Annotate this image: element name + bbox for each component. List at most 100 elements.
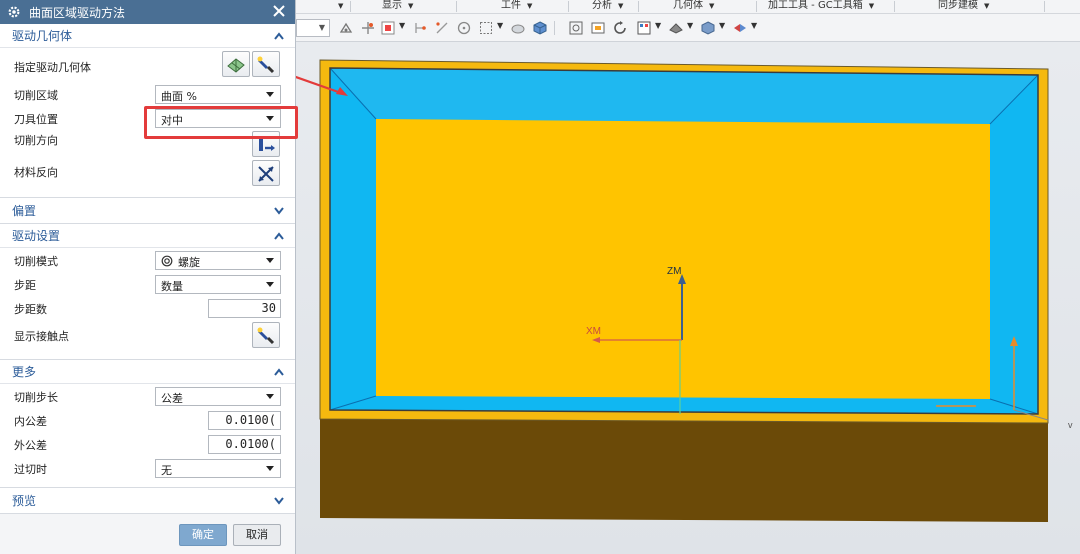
cut-pattern-select[interactable]: 螺旋 bbox=[155, 251, 281, 270]
row-cut-area: 切削区域 曲面 % bbox=[0, 82, 295, 106]
dialog-titlebar[interactable]: 曲面区域驱动方法 bbox=[0, 0, 295, 24]
cut-area-label: 切削区域 bbox=[14, 89, 58, 102]
section-header-drive-settings[interactable]: 驱动设置 bbox=[0, 224, 295, 248]
snap-point-icon[interactable] bbox=[338, 20, 354, 36]
intol-label: 内公差 bbox=[14, 415, 47, 428]
menu-sync-modeling[interactable]: 同步建模 ▼ bbox=[938, 0, 989, 14]
graphics-viewport[interactable]: ZM XM v bbox=[296, 42, 1080, 554]
chevron-up-icon[interactable] bbox=[273, 31, 285, 41]
cut-direction-button[interactable] bbox=[252, 131, 280, 157]
section-header-drive-geometry[interactable]: 驱动几何体 bbox=[0, 24, 295, 48]
stepover-select[interactable]: 数量 bbox=[155, 275, 281, 294]
menu-analysis[interactable]: 分析 ▼ bbox=[592, 0, 623, 14]
layout-caret[interactable]: ▼ bbox=[655, 21, 661, 30]
cut-step-label: 切削步长 bbox=[14, 391, 58, 404]
stepover-label: 步距 bbox=[14, 279, 36, 292]
zoom-window-icon[interactable] bbox=[590, 20, 606, 36]
point-icon[interactable] bbox=[412, 20, 428, 36]
show-contact-button[interactable] bbox=[252, 322, 280, 348]
toolbar: ▼ ▼ ▼ ▼ ▼ ▼ ▼ bbox=[296, 14, 1080, 42]
chevron-down-icon[interactable] bbox=[273, 205, 285, 215]
cut-direction-icon bbox=[259, 137, 275, 151]
step-count-input[interactable]: 30 bbox=[208, 299, 281, 318]
selection-filter-dropdown[interactable]: ▼ bbox=[296, 19, 330, 37]
dialog-footer: 确定 取消 bbox=[0, 516, 295, 554]
orient-view-caret[interactable]: ▼ bbox=[751, 21, 757, 30]
section-title: 驱动设置 bbox=[12, 229, 61, 243]
cut-pattern-label: 切削模式 bbox=[14, 255, 58, 268]
shading-caret[interactable]: ▼ bbox=[687, 21, 693, 30]
vector-icon[interactable] bbox=[434, 20, 450, 36]
spiral-icon bbox=[161, 255, 173, 267]
material-reverse-label: 材料反向 bbox=[14, 166, 58, 179]
section-drive-geometry: 驱动几何体 指定驱动几何体 切削区域 曲面 % 刀具位置 对中 切削方向 材料反… bbox=[0, 24, 295, 198]
row-material-reverse: 材料反向 bbox=[0, 160, 295, 190]
menu-geometry[interactable]: 几何体 ▼ bbox=[673, 0, 714, 14]
orient-view-icon[interactable] bbox=[732, 20, 748, 36]
display-drive-geometry-button[interactable] bbox=[252, 51, 280, 77]
surface-geometry-icon bbox=[227, 58, 245, 73]
surface-area-drive-dialog: 曲面区域驱动方法 驱动几何体 指定驱动几何体 切削区域 曲面 % 刀具位置 对中… bbox=[0, 0, 296, 554]
cancel-button[interactable]: 取消 bbox=[233, 524, 281, 546]
section-drive-settings: 驱动设置 切削模式 螺旋 步距 数量 步距数 30 显示接触点 bbox=[0, 224, 295, 360]
tool-position-label: 刀具位置 bbox=[14, 113, 58, 126]
row-outtol: 外公差 0.0100( bbox=[0, 432, 295, 456]
section-header-preview[interactable]: 预览 bbox=[0, 488, 295, 512]
close-icon[interactable] bbox=[271, 3, 287, 19]
row-step-count: 步距数 30 bbox=[0, 296, 295, 320]
layout-icon[interactable] bbox=[636, 20, 652, 36]
specify-drive-geometry-label: 指定驱动几何体 bbox=[14, 61, 91, 74]
shape-icon[interactable] bbox=[510, 20, 526, 36]
fit-view-icon[interactable] bbox=[568, 20, 584, 36]
flashlight-icon bbox=[257, 56, 275, 74]
ok-button[interactable]: 确定 bbox=[179, 524, 227, 546]
color-pick-icon[interactable] bbox=[380, 20, 396, 36]
section-more: 更多 切削步长 公差 内公差 0.0100( 外公差 0.0100( 过切时 无 bbox=[0, 360, 295, 488]
row-overcut: 过切时 无 bbox=[0, 456, 295, 480]
gear-icon bbox=[8, 6, 20, 18]
floor-face bbox=[376, 119, 990, 399]
intol-input[interactable]: 0.0100( bbox=[208, 411, 281, 430]
chevron-up-icon[interactable] bbox=[273, 231, 285, 241]
move-icon[interactable] bbox=[360, 20, 376, 36]
svg-text:v: v bbox=[1068, 420, 1073, 430]
rotate-icon[interactable] bbox=[612, 20, 628, 36]
render-style-caret[interactable]: ▼ bbox=[719, 21, 725, 30]
overcut-label: 过切时 bbox=[14, 463, 47, 476]
select-drive-geometry-button[interactable] bbox=[222, 51, 250, 77]
circle-center-icon[interactable] bbox=[456, 20, 472, 36]
axis-xm-label: XM bbox=[586, 326, 601, 337]
section-header-more[interactable]: 更多 bbox=[0, 360, 295, 384]
section-title: 更多 bbox=[12, 365, 37, 379]
material-reverse-button[interactable] bbox=[252, 160, 280, 186]
color-pick-caret[interactable]: ▼ bbox=[399, 21, 405, 30]
cut-step-select[interactable]: 公差 bbox=[155, 387, 281, 406]
row-intol: 内公差 0.0100( bbox=[0, 408, 295, 432]
row-cut-step: 切削步长 公差 bbox=[0, 384, 295, 408]
overcut-select[interactable]: 无 bbox=[155, 459, 281, 478]
section-title: 预览 bbox=[12, 493, 37, 508]
shading-icon[interactable] bbox=[668, 20, 684, 36]
box-select-icon[interactable] bbox=[478, 20, 494, 36]
section-offset: 偏置 bbox=[0, 198, 295, 224]
cube-view-icon[interactable] bbox=[532, 20, 548, 36]
section-header-offset[interactable]: 偏置 bbox=[0, 198, 295, 222]
show-contact-label: 显示接触点 bbox=[14, 330, 69, 343]
flashlight-icon bbox=[257, 327, 275, 345]
menu-caret-first[interactable]: ▼ bbox=[332, 0, 343, 14]
menubar: ▼ 显示 ▼ 工件 ▼ 分析 ▼ 几何体 ▼ 加工工具 - GC工具箱 ▼ 同步建模 ▼ bbox=[296, 0, 1080, 14]
cut-area-select[interactable]: 曲面 % bbox=[155, 85, 281, 104]
chevron-down-icon[interactable] bbox=[273, 495, 285, 505]
outtol-input[interactable]: 0.0100( bbox=[208, 435, 281, 454]
row-tool-position: 刀具位置 对中 bbox=[0, 106, 295, 130]
reverse-icon bbox=[258, 166, 274, 182]
menu-machining-tools[interactable]: 加工工具 - GC工具箱 ▼ bbox=[768, 0, 874, 14]
base-block bbox=[320, 415, 1048, 522]
tool-position-select[interactable]: 对中 bbox=[155, 109, 281, 128]
render-style-icon[interactable] bbox=[700, 20, 716, 36]
row-cut-direction: 切削方向 bbox=[0, 130, 295, 160]
chevron-up-icon[interactable] bbox=[273, 367, 285, 377]
menu-display[interactable]: 显示 ▼ bbox=[382, 0, 413, 14]
menu-workpiece[interactable]: 工件 ▼ bbox=[501, 0, 532, 14]
box-select-caret[interactable]: ▼ bbox=[497, 21, 503, 30]
